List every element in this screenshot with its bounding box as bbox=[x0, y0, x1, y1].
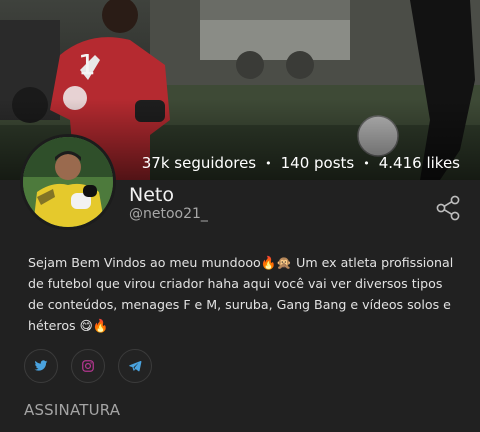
posts-count: 140 posts bbox=[280, 154, 355, 172]
telegram-icon bbox=[129, 360, 142, 372]
telegram-button[interactable] bbox=[118, 349, 152, 383]
followers-count: 37k seguidores bbox=[141, 154, 257, 172]
profile-stats: 37k seguidores • 140 posts • 4.416 likes bbox=[142, 154, 460, 172]
twitter-button[interactable] bbox=[24, 349, 58, 383]
profile-bio: Sejam Bem Vindos ao meu mundooo🔥🙊 Um ex … bbox=[28, 255, 454, 333]
share-icon[interactable] bbox=[436, 195, 460, 221]
twitter-icon bbox=[34, 360, 48, 371]
profile-handle: @netoo21_ bbox=[129, 206, 208, 222]
subscription-section-title: ASSINATURA bbox=[24, 401, 121, 419]
stats-separator: • bbox=[363, 156, 370, 170]
instagram-icon bbox=[82, 360, 94, 372]
stats-separator: • bbox=[265, 156, 272, 170]
profile-name: Neto bbox=[129, 184, 174, 206]
instagram-button[interactable] bbox=[71, 349, 105, 383]
avatar[interactable] bbox=[20, 134, 116, 230]
avatar-image bbox=[23, 137, 113, 227]
likes-count: 4.416 likes bbox=[378, 154, 460, 172]
